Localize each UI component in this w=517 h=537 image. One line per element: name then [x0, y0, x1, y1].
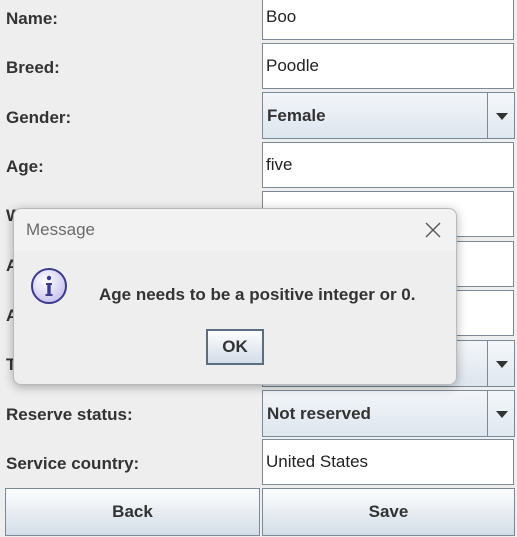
gender-select-value: Female: [267, 106, 326, 125]
back-button[interactable]: Back: [5, 488, 260, 536]
chevron-down-icon[interactable]: [487, 341, 514, 386]
age-label: Age:: [6, 157, 44, 176]
service-country-field[interactable]: United States: [262, 439, 514, 485]
gender-select[interactable]: Female: [262, 92, 515, 139]
gender-label: Gender:: [6, 108, 72, 127]
reserve-status-label: Reserve status:: [6, 405, 133, 424]
name-field[interactable]: Boo: [262, 0, 514, 40]
close-icon[interactable]: [424, 221, 442, 239]
name-label: Name:: [6, 9, 58, 28]
breed-label: Breed:: [6, 58, 60, 77]
breed-field[interactable]: Poodle: [262, 43, 514, 89]
reserve-status-value: Not reserved: [267, 404, 371, 423]
save-button[interactable]: Save: [262, 488, 515, 536]
dialog-titlebar[interactable]: Message: [14, 209, 456, 251]
info-icon: [30, 267, 68, 305]
age-field[interactable]: five: [262, 142, 514, 188]
ok-button[interactable]: OK: [206, 329, 264, 365]
chevron-down-icon[interactable]: [487, 391, 514, 436]
chevron-down-icon[interactable]: [487, 93, 514, 138]
message-dialog: Message Age needs to be a positive integ…: [13, 208, 457, 385]
dialog-title: Message: [26, 220, 95, 239]
reserve-status-select[interactable]: Not reserved: [262, 390, 515, 437]
dialog-message: Age needs to be a positive integer or 0.: [99, 285, 416, 304]
service-country-label: Service country:: [6, 454, 140, 473]
